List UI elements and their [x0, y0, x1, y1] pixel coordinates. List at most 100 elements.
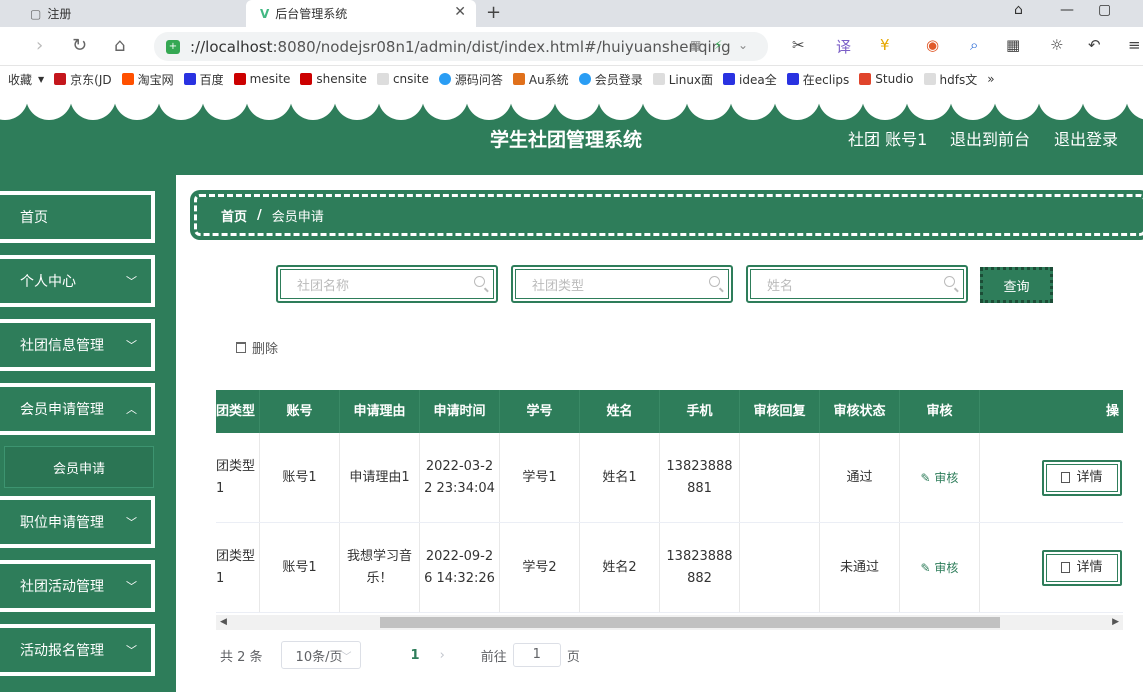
bolt-icon[interactable]: ⚡	[714, 38, 722, 52]
edit-icon: ✎	[920, 470, 935, 485]
browser-tab-bar: ▢ 注册 V 后台管理系统 ✕ + ⌂ — ▢	[0, 0, 1143, 27]
table-horizontal-scrollbar[interactable]: ◀ ▶	[216, 615, 1123, 630]
search-icon[interactable]: ⌕	[970, 36, 978, 54]
shield-icon[interactable]: ¥	[880, 36, 890, 54]
bookmark-item[interactable]: 京东(JD	[54, 71, 112, 88]
scroll-left-icon[interactable]: ◀	[220, 615, 227, 630]
header-time: 申请时间	[420, 390, 500, 433]
close-tab-icon[interactable]: ✕	[454, 4, 466, 20]
chevron-up-icon: ︿	[126, 403, 137, 416]
game-icon[interactable]: ◉	[926, 36, 939, 54]
sidebar-item-home[interactable]: 首页	[0, 191, 155, 243]
logout-link[interactable]: 退出登录	[1054, 126, 1118, 150]
sidebar-item-member-application[interactable]: 会员申请管理 ︿	[0, 383, 155, 435]
table-row: 团类型1 账号1 我想学习音乐！ 2022-09-26 14:32:26 学号2…	[216, 523, 1123, 613]
page-number-current[interactable]: 1	[411, 648, 420, 663]
sidebar-subitem-member-apply[interactable]: 会员申请	[4, 446, 154, 488]
bookmark-item[interactable]: shensite	[300, 72, 367, 86]
goto-page-input[interactable]: 1	[512, 643, 561, 667]
name-placeholder: 姓名	[767, 278, 794, 294]
reload-icon[interactable]: ↻	[72, 35, 87, 56]
cell-student-no: 学号2	[500, 523, 580, 612]
bookmark-item[interactable]: mesite	[233, 72, 290, 86]
delete-button[interactable]: 删除	[236, 338, 278, 357]
app-header: 学生社团管理系统 社团 账号1 退出到前台 退出登录	[0, 92, 1143, 175]
new-tab-icon[interactable]: +	[486, 2, 501, 23]
bookmarks-bar: 收藏 ▼ 京东(JD 淘宝网 百度 mesite shensite cnsite …	[0, 66, 1143, 92]
scallop-shape	[422, 92, 468, 120]
chevron-down-icon: ﹀	[126, 644, 137, 657]
cell-reason: 我想学习音乐！	[340, 523, 420, 612]
browser-tab-register[interactable]: ▢ 注册	[0, 0, 245, 27]
maximize-icon[interactable]: ▢	[1098, 2, 1111, 18]
page-size-select[interactable]: 10条/页 ﹀	[280, 641, 361, 669]
bookmark-item[interactable]: 会员登录	[578, 71, 643, 88]
scallop-shape	[0, 92, 28, 120]
undo-icon[interactable]: ↶	[1088, 36, 1101, 54]
detail-button[interactable]: 详情	[1042, 549, 1122, 586]
bookmark-item[interactable]: 百度	[183, 71, 224, 88]
next-page-icon[interactable]: ›	[440, 648, 445, 663]
chevron-down-icon[interactable]: ⌄	[738, 38, 748, 52]
sidebar-item-club-info[interactable]: 社团信息管理 ﹀	[0, 319, 155, 371]
cell-name: 姓名2	[580, 523, 660, 612]
scissors-icon[interactable]: ✂	[792, 36, 805, 54]
scrollbar-thumb[interactable]	[380, 617, 1000, 628]
apps-icon[interactable]: ▦	[1006, 36, 1020, 54]
bookmark-item[interactable]: Linux面	[652, 71, 713, 88]
sidebar-item-position-application[interactable]: 职位申请管理 ﹀	[0, 496, 155, 548]
bookmark-item[interactable]: Au系统	[512, 71, 569, 88]
bookmark-item[interactable]: 源码问答	[438, 71, 503, 88]
forward-icon[interactable]: ›	[36, 35, 43, 56]
sidebar-item-club-activity[interactable]: 社团活动管理 ﹀	[0, 560, 155, 612]
chevron-down-icon: ﹀	[341, 652, 352, 663]
bookmark-item[interactable]: idea全	[723, 71, 777, 88]
translate-icon[interactable]: 译	[836, 36, 851, 57]
scroll-right-icon[interactable]: ▶	[1112, 615, 1119, 630]
scallop-shape	[950, 92, 996, 120]
bookmark-item[interactable]: cnsite	[376, 72, 429, 86]
tab-label: 注册	[47, 7, 72, 21]
search-icon	[944, 276, 955, 287]
bookmark-item[interactable]: 收藏 ▼	[8, 71, 44, 88]
detail-button[interactable]: 详情	[1042, 459, 1122, 496]
grid-icon[interactable]: ▦	[690, 38, 701, 52]
shirt-icon[interactable]: ⌂	[1014, 2, 1023, 18]
scallop-shape	[510, 92, 556, 120]
header-status: 审核状态	[820, 390, 900, 433]
bookmark-item[interactable]: 在eclips	[786, 71, 849, 88]
cell-time: 2022-03-22 23:34:04	[420, 433, 500, 522]
scallop-shape	[114, 92, 160, 120]
query-button[interactable]: 查询	[980, 267, 1053, 303]
audit-link[interactable]: ✎ 审核	[921, 557, 959, 579]
breadcrumb-current: 会员申请	[271, 209, 324, 225]
more-bookmarks-icon[interactable]: »	[987, 72, 994, 86]
user-label: 社团 账号1	[848, 130, 928, 149]
club-name-search[interactable]: 社团名称	[276, 265, 498, 303]
total-count: 共 2 条	[220, 649, 263, 665]
sidebar-item-activity-signup[interactable]: 活动报名管理 ﹀	[0, 624, 155, 676]
exit-to-front-link[interactable]: 退出到前台	[950, 126, 1030, 150]
cell-audit: ✎ 审核	[900, 433, 980, 522]
sidebar: 首页 个人中心 ﹀ 社团信息管理 ﹀ 会员申请管理 ︿ 会员申请 职位申请管理 ﹀ 社团…	[0, 175, 176, 692]
scallop-shape	[202, 92, 248, 120]
audit-link[interactable]: ✎ 审核	[921, 467, 959, 489]
app-title: 学生社团管理系统	[490, 129, 643, 151]
club-type-search[interactable]: 社团类型	[511, 265, 733, 303]
bookmark-item[interactable]: hdfs文	[923, 71, 977, 88]
brightness-icon[interactable]: ☼	[1050, 36, 1063, 54]
cell-status: 未通过	[820, 523, 900, 612]
minimize-icon[interactable]: —	[1060, 2, 1074, 18]
url-field[interactable]: + ://localhost:8080/nodejsr08n1/admin/di…	[154, 32, 768, 61]
name-search[interactable]: 姓名	[746, 265, 968, 303]
home-icon[interactable]: ⌂	[114, 35, 125, 56]
cell-student-no: 学号1	[500, 433, 580, 522]
menu-icon[interactable]: ≡	[1128, 36, 1141, 54]
browser-tab-admin[interactable]: V 后台管理系统 ✕	[246, 0, 476, 27]
breadcrumb-home[interactable]: 首页	[221, 206, 247, 225]
sidebar-item-personal-center[interactable]: 个人中心 ﹀	[0, 255, 155, 307]
edit-icon: ✎	[920, 560, 935, 575]
bookmark-item[interactable]: 淘宝网	[121, 71, 174, 88]
bookmark-item[interactable]: Studio	[859, 72, 914, 86]
cell-phone: 13823888882	[660, 523, 740, 612]
